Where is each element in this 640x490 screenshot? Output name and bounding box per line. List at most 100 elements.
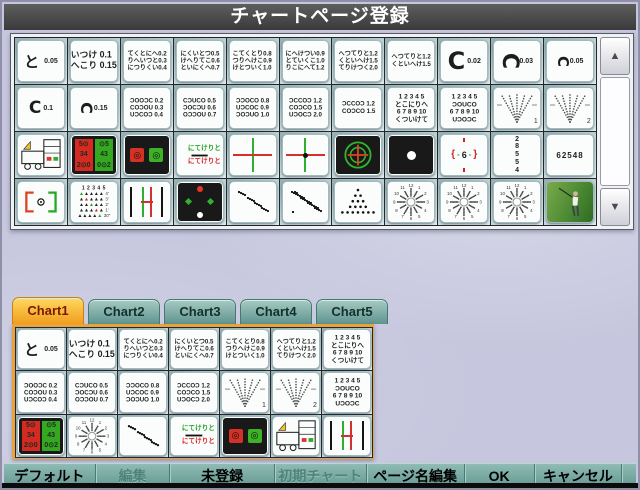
chart-cell[interactable]: 2 [544,85,596,131]
tab-chart4[interactable]: Chart4 [240,299,312,324]
chart-cell[interactable]: C0.05 [544,38,596,84]
tab-chart5[interactable]: Chart5 [316,299,388,324]
chart-cell[interactable]: 62548 [544,132,596,178]
chart-cell[interactable] [544,179,596,225]
chart-cell[interactable]: 1 2 3 4 5ƆOUCO6 7 8 9 10UƆOƆC [322,371,372,413]
chart-thumb-kana_05: にくいとつ0.5けへりてこ0.6といにくへ0.7 [170,329,218,369]
svg-text:9: 9 [499,200,502,205]
chart-cell[interactable]: ƆƆOCO 0.8UƆCOC 0.9ƆOƆUO 1.0 [227,85,279,131]
chart-cell[interactable]: 1 2 3 4 5とこにりへ6 7 8 9 10くついけて [322,328,372,370]
chart-cell[interactable] [332,132,384,178]
chart-cell[interactable]: CƆUCO 0.5ƆOCƆU 0.6OƆƆOU 0.7 [67,371,117,413]
chart-cell[interactable]: にへけつい0.9とていくこ1.0りこにへて1.2 [280,38,332,84]
chart-cell[interactable] [227,132,279,178]
chart-thumb-worth4 [176,181,224,223]
chart-cell[interactable]: C0.03 [491,38,543,84]
svg-text:6: 6 [516,216,519,221]
chart-cell[interactable] [271,415,321,457]
chart-cell[interactable]: 5⊙342⊙0⊙5430⊙2 [16,415,66,457]
svg-text:3: 3 [533,200,536,205]
chart-cell[interactable] [118,415,168,457]
chart-cell[interactable]: と0.05 [15,38,67,84]
chart-cell[interactable]: ◎◎ [220,415,270,457]
chart-cell[interactable]: 1 [220,371,270,413]
chart-cell[interactable]: {-6-} [438,132,490,178]
chart-thumb-rg_numbers: 5⊙342⊙0⊙5430⊙2 [17,416,65,456]
chart-cell[interactable]: にてけりとにてけりと [174,132,226,178]
chart-thumb-lrows_02: ƆOOƆC 0.2COƆOU 0.3UƆCOƆ 0.4 [17,372,65,412]
chart-cell[interactable] [15,132,67,178]
chart-cell[interactable]: いつけ 0.1へこり 0.15 [68,38,120,84]
scroll-down-button[interactable]: ▼ [600,188,630,226]
chart-cell[interactable]: ƆOOƆC 0.2COƆOU 0.3UƆCOƆ 0.4 [16,371,66,413]
chart-cell[interactable]: いつけ 0.1へこり 0.15 [67,328,117,370]
svg-text:4: 4 [105,441,108,446]
chart-cell[interactable]: ƆƆOCO 0.8UƆCOC 0.9ƆOƆUO 1.0 [118,371,168,413]
chart-cell[interactable]: CƆUCO 0.5ƆOCƆU 0.6OƆƆOU 0.7 [174,85,226,131]
chart-cell[interactable]: 121234567891011 [491,179,543,225]
chart-cell[interactable]: ƆCCOƆ 1.2COƆCO 1.5 [332,85,384,131]
chart-cell[interactable]: C0.1 [15,85,67,131]
chart-cell[interactable]: 121234567891011 [385,179,437,225]
chart-cell[interactable]: にてけりとにてけりと [169,415,219,457]
svg-text:7: 7 [508,214,511,219]
chart-cell[interactable]: 28554 [491,132,543,178]
chart-thumb-horiz_digits: 62548 [546,134,594,176]
chart-cell[interactable]: へつてりと1.2くといへけ1.5 [385,38,437,84]
svg-text:5: 5 [524,214,527,219]
chart-cell[interactable] [15,179,67,225]
chart-cell[interactable] [121,179,173,225]
chart-thumb-clock_a: 121234567891011 [387,181,435,223]
svg-text:4: 4 [477,208,480,213]
chart-cell[interactable] [385,132,437,178]
chart-cell[interactable]: にくいとつ0.5けへりてこ0.6といにくへ0.7 [169,328,219,370]
svg-text:2: 2 [587,118,591,125]
chart-cell[interactable]: へつてりと1.2くといへけ1.5てりけつく2.0 [271,328,321,370]
chart-cell[interactable] [280,179,332,225]
chart-cell[interactable]: ◎◎ [121,132,173,178]
library-scrollbar: ▲ ▼ [600,37,630,226]
chart-cell[interactable]: 5⊙342⊙0⊙5430⊙2 [68,132,120,178]
chart-cell[interactable]: 1 2 3 4 5ƆOUCO6 7 8 9 10UƆOƆC [438,85,490,131]
chart-cell[interactable]: へつてりと1.2くといへけ1.5てりけつく2.0 [332,38,384,84]
chart-cell[interactable]: こてくとり0.8つりへけこ0.9けとついく1.0 [220,328,270,370]
chart-cell[interactable] [174,179,226,225]
svg-text:11: 11 [454,185,459,190]
chart-thumb-clock_a: 121234567891011 [68,416,116,456]
chart-cell[interactable] [280,132,332,178]
chart-thumb-dot_pyramid [334,181,382,223]
chart-cell[interactable]: C0.02 [438,38,490,84]
svg-text:12: 12 [409,183,414,188]
chart-thumb-lrows_12: ƆCCOƆ 1.2COƆCO 1.5UƆOCƆ 2.0 [282,87,330,129]
chart-cell[interactable]: C0.15 [68,85,120,131]
chart-cell[interactable]: と0.05 [16,328,66,370]
tab-chart2[interactable]: Chart2 [88,299,160,324]
chart-cell[interactable] [322,415,372,457]
chart-cell[interactable] [332,179,384,225]
chart-thumb-fan_2: 2 [272,372,320,412]
chart-cell[interactable]: 1 [491,85,543,131]
chart-thumb-picture_truck [272,416,320,456]
chart-cell[interactable] [227,179,279,225]
chart-cell[interactable]: 121234567891011 [438,179,490,225]
scrollbar-track[interactable] [600,77,630,186]
chart-cell[interactable]: ƆOOƆC 0.2COƆOU 0.3UƆCOƆ 0.4 [121,85,173,131]
tab-chart1[interactable]: Chart1 [12,297,84,324]
chart-cell[interactable]: ƆCCOƆ 1.2COƆCO 1.5UƆOCƆ 2.0 [169,371,219,413]
chart-cell[interactable]: 1 2 3 4 5とこにりへ6 7 8 9 10くついけて [385,85,437,131]
chart-cell[interactable]: てくとにへ0.2りへいつと0.3につりくい0.4 [121,38,173,84]
chart-cell[interactable]: 2 [271,371,321,413]
tab-chart3[interactable]: Chart3 [164,299,236,324]
svg-text:11: 11 [506,185,511,190]
chart-cell[interactable]: こてくとり0.8つりへけこ0.9けとついく1.0 [227,38,279,84]
scroll-up-button[interactable]: ▲ [600,37,630,75]
chart-thumb-fan_1: 1 [493,87,541,129]
svg-text:9: 9 [446,200,449,205]
svg-text:3: 3 [107,433,110,438]
chart-cell[interactable]: ƆCCOƆ 1.2COƆCO 1.5UƆOCƆ 2.0 [280,85,332,131]
chart-cell[interactable]: 121234567891011 [67,415,117,457]
chart-cell[interactable]: てくとにへ0.2りへいつと0.3につりくい0.4 [118,328,168,370]
chart-cell[interactable]: にくいとつ0.5けへりてこ0.6といにくへ0.7 [174,38,226,84]
chart-cell[interactable]: 1 2 3 4 5▲▲▲▲▲4'▲▲▲▲▲3'▲▲▲▲▲2'▲▲▲▲▲1'▲▲▲… [68,179,120,225]
svg-text:2: 2 [477,191,480,196]
